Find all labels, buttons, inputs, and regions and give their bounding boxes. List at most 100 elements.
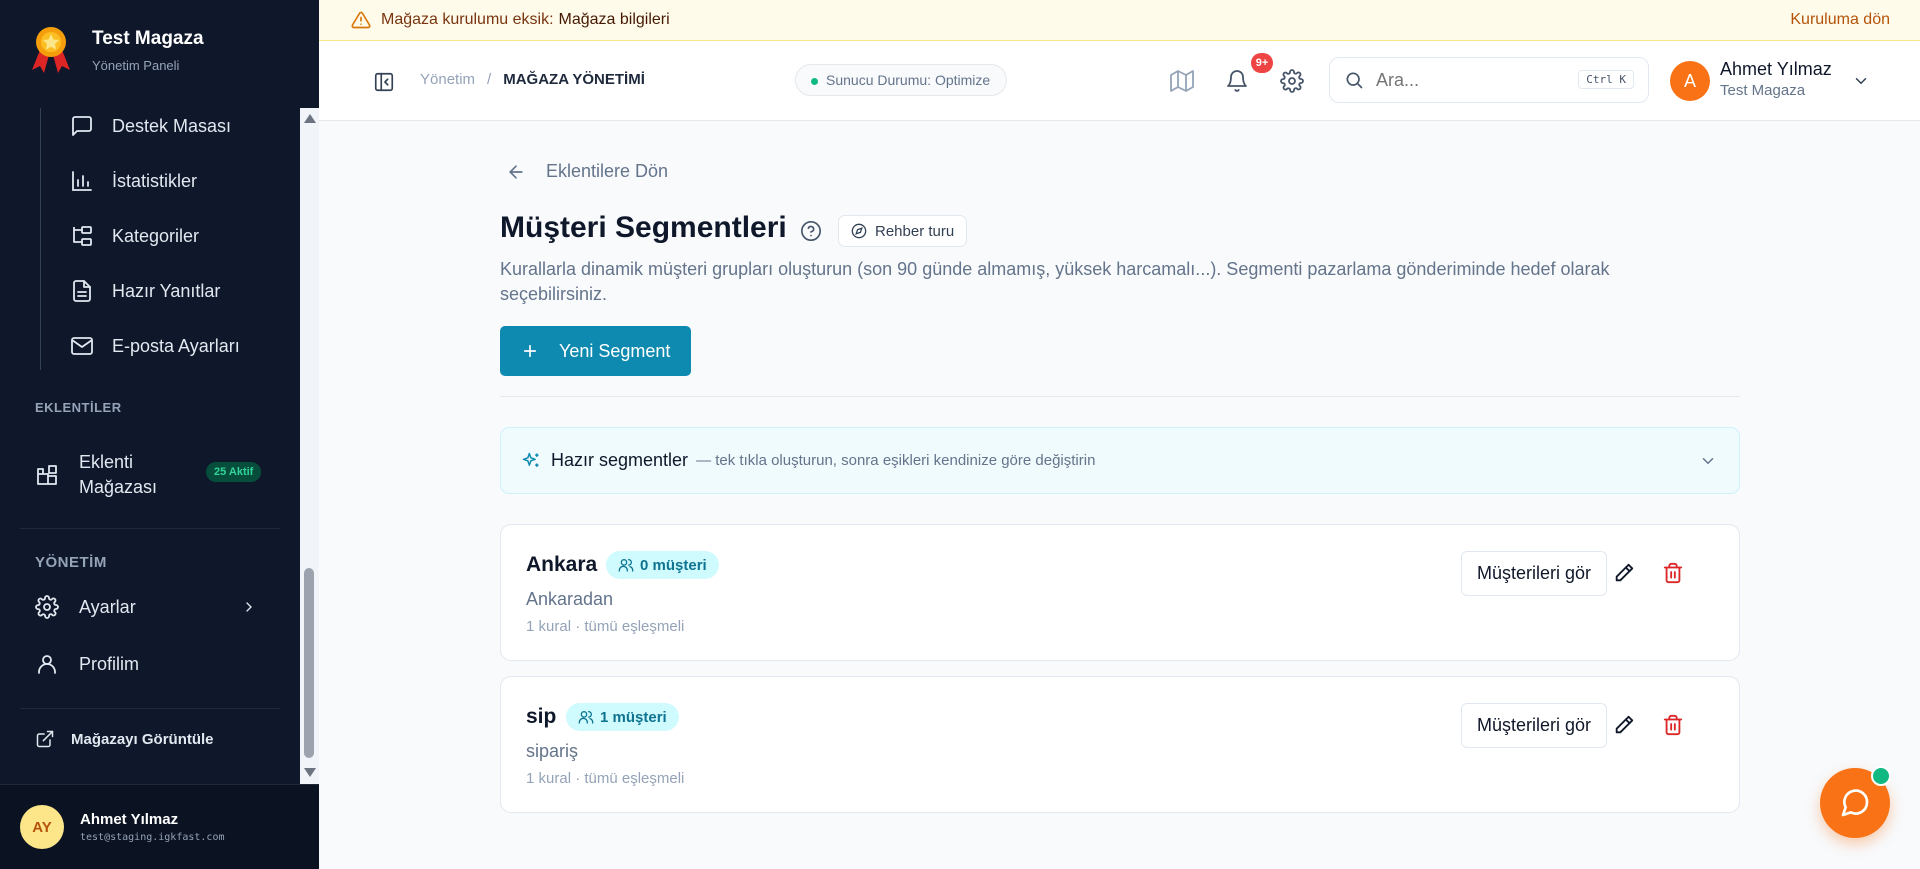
- sidebar-toggle-icon[interactable]: [373, 71, 395, 93]
- sidebar-item-categories[interactable]: Kategoriler: [70, 224, 199, 248]
- page-title: Müşteri Segmentleri: [500, 211, 787, 244]
- view-store-label: Mağazayı Görüntüle: [71, 730, 214, 748]
- new-segment-button[interactable]: Yeni Segment: [500, 326, 692, 376]
- segment-rules-meta: 1 kural · tümü eşleşmeli: [526, 770, 685, 787]
- sidebar-item-label: Profilim: [79, 653, 140, 674]
- segment-description: sipariş: [526, 741, 579, 761]
- setup-warning-banner: Mağaza kurulumu eksik: Mağaza bilgileri …: [319, 0, 1920, 41]
- customer-count-badge: 0 müşteri: [606, 551, 719, 579]
- pencil-icon[interactable]: [1613, 714, 1635, 736]
- sidebar-item-support-desk[interactable]: Destek Masası: [70, 114, 231, 138]
- preset-segments-accordion[interactable]: Hazır segmentler — tek tıkla oluşturun, …: [500, 427, 1740, 494]
- chat-bubble-icon: [1841, 789, 1869, 817]
- map-icon[interactable]: [1170, 69, 1194, 93]
- segment-name: Ankara: [526, 553, 598, 576]
- divider: [500, 396, 1740, 397]
- sidebar-item-plugin-store[interactable]: Eklenti Mağazası: [35, 450, 157, 500]
- chevron-down-icon[interactable]: [1852, 72, 1870, 90]
- section-label-plugins: EKLENTİLER: [35, 400, 122, 415]
- sidebar-item-label: İstatistikler: [112, 170, 198, 191]
- submenu-guide-line: [40, 108, 41, 370]
- arrow-left-icon: [508, 164, 523, 179]
- trash-icon[interactable]: [1662, 714, 1684, 736]
- server-status-badge: Sunucu Durumu: Optimize: [795, 64, 1008, 96]
- chevron-down-icon[interactable]: [1699, 452, 1717, 470]
- user-name: Ahmet Yılmaz: [1720, 59, 1832, 79]
- segment-rules-meta: 1 kural · tümü eşleşmeli: [526, 618, 685, 635]
- guided-tour-button[interactable]: Rehber turu: [838, 215, 968, 247]
- search-box[interactable]: Ctrl K: [1329, 57, 1649, 103]
- back-label: Eklentilere Dön: [546, 161, 669, 181]
- sidebar-item-label: Eklenti: [79, 452, 134, 472]
- user-store: Test Magaza: [1720, 82, 1806, 99]
- compass-icon: [851, 223, 867, 239]
- active-plugins-badge: 25 Aktif: [206, 462, 262, 482]
- customer-count: 0 müşteri: [640, 556, 707, 574]
- user-menu[interactable]: Ahmet Yılmaz Test Magaza: [1720, 59, 1832, 99]
- return-to-setup-link[interactable]: Kuruluma dön: [1790, 11, 1890, 29]
- sidebar-item-settings[interactable]: Ayarlar: [35, 595, 263, 619]
- brand[interactable]: Test Magaza Yönetim Paneli: [28, 22, 204, 74]
- breadcrumb-current: MAĞAZA YÖNETİMİ: [503, 71, 645, 88]
- mail-icon: [71, 337, 93, 355]
- plus-icon: [523, 344, 537, 358]
- sidebar-divider: [20, 528, 280, 529]
- breadcrumb: Yönetim / MAĞAZA YÖNETİMİ: [420, 71, 645, 88]
- chevron-right-icon: [246, 602, 252, 612]
- breadcrumb-root[interactable]: Yönetim: [420, 71, 475, 88]
- sidebar-item-label: Kategoriler: [112, 225, 200, 246]
- segment-name: sip: [526, 705, 557, 728]
- sidebar-item-label: Hazır Yanıtlar: [112, 280, 221, 301]
- search-shortcut-hint: Ctrl K: [1578, 70, 1634, 89]
- users-icon: [578, 711, 594, 724]
- server-status-text: Sunucu Durumu: Optimize: [826, 72, 991, 88]
- file-text-icon: [73, 280, 91, 302]
- notification-count-badge: 9+: [1251, 53, 1273, 73]
- sidebar-item-label: Ayarlar: [79, 596, 136, 617]
- page-description: Kurallarla dinamik müşteri grupları oluş…: [500, 259, 1610, 304]
- sparkles-icon: [522, 452, 539, 467]
- sidebar-item-label: Mağazası: [79, 477, 158, 497]
- bell-icon[interactable]: [1225, 69, 1249, 93]
- help-circle-icon[interactable]: [800, 220, 822, 242]
- settings-gear-icon[interactable]: [1280, 69, 1304, 93]
- external-link-icon: [36, 730, 54, 748]
- sidebar-divider: [20, 708, 280, 709]
- scroll-up-arrow-icon[interactable]: [304, 114, 316, 123]
- sidebar-nav: Destek Masası İstatistikler Kategoriler …: [0, 108, 300, 784]
- sidebar-item-label: Destek Masası: [112, 115, 232, 136]
- brand-title: Test Magaza: [92, 28, 204, 49]
- avatar: AY: [20, 805, 64, 849]
- sidebar-item-email-settings[interactable]: E-posta Ayarları: [70, 334, 240, 358]
- brand-subtitle: Yönetim Paneli: [92, 58, 180, 73]
- preset-title: Hazır segmentler: [551, 450, 689, 470]
- sidebar-user-card[interactable]: AY Ahmet Yılmaz test@staging.igkfast.com: [0, 784, 319, 869]
- sidebar-item-canned-replies[interactable]: Hazır Yanıtlar: [70, 279, 220, 303]
- view-customers-button[interactable]: Müşterileri gör: [1461, 551, 1608, 596]
- folder-tree-icon: [73, 226, 92, 246]
- segment-card: sip 1 müşteri sipariş 1 kural · tümü eşl…: [500, 676, 1740, 813]
- gear-icon: [35, 595, 59, 619]
- trash-icon[interactable]: [1662, 562, 1684, 584]
- sidebar: Test Magaza Yönetim Paneli Destek Masası…: [0, 0, 319, 869]
- pencil-icon[interactable]: [1613, 562, 1635, 584]
- sidebar-item-label: E-posta Ayarları: [112, 335, 240, 356]
- user-name: Ahmet Yılmaz: [80, 811, 179, 828]
- message-square-icon: [72, 116, 92, 136]
- guided-tour-label: Rehber turu: [875, 222, 955, 240]
- search-input[interactable]: [1376, 69, 1566, 91]
- section-label-admin: YÖNETİM: [35, 554, 107, 571]
- avatar[interactable]: A: [1670, 61, 1710, 101]
- banner-text: Mağaza kurulumu eksik:: [381, 11, 554, 28]
- sidebar-item-profile[interactable]: Profilim: [35, 652, 139, 676]
- view-store-link[interactable]: Mağazayı Görüntüle: [35, 729, 214, 749]
- scrollbar-thumb[interactable]: [304, 568, 314, 758]
- sidebar-item-statistics[interactable]: İstatistikler: [70, 169, 197, 193]
- sidebar-scrollbar[interactable]: [300, 108, 319, 784]
- scroll-down-arrow-icon[interactable]: [304, 768, 316, 777]
- back-to-plugins-link[interactable]: Eklentilere Dön: [500, 161, 668, 182]
- view-customers-button[interactable]: Müşterileri gör: [1461, 703, 1608, 748]
- user-email: test@staging.igkfast.com: [80, 832, 225, 843]
- status-dot: [811, 78, 818, 85]
- bar-chart-icon: [72, 171, 92, 191]
